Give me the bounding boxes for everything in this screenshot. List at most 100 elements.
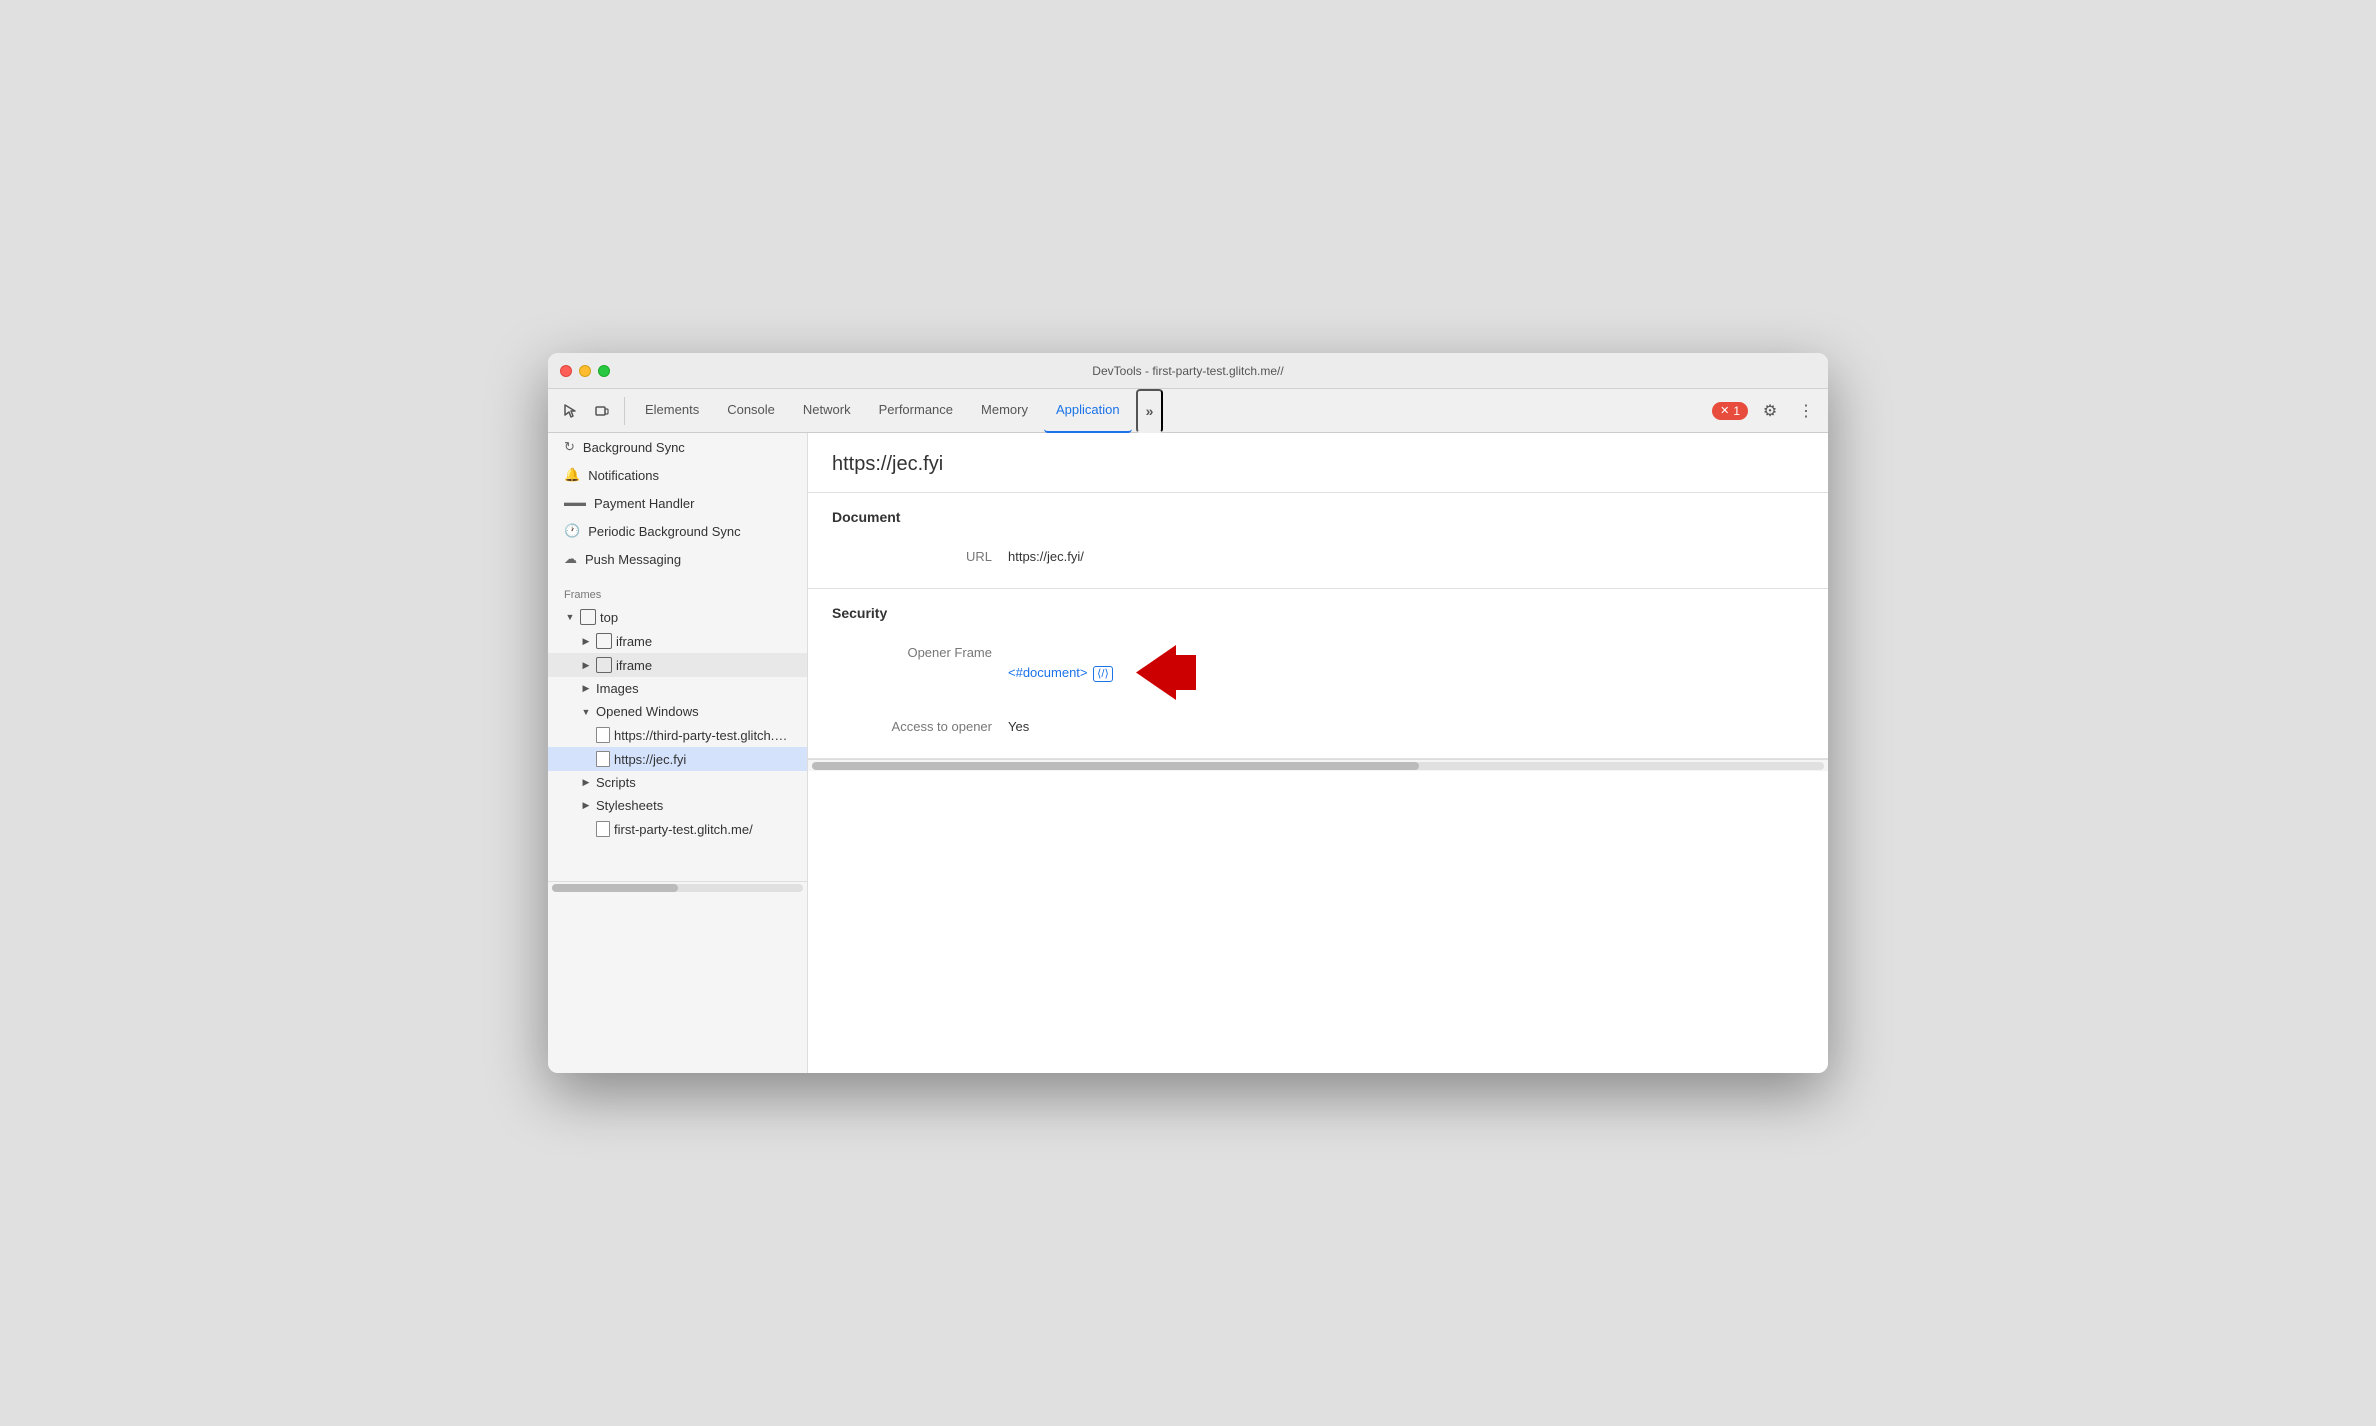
sidebar-item-label: Push Messaging [585, 552, 681, 567]
error-count: 1 [1733, 404, 1740, 418]
sidebar: ↻ Background Sync 🔔 Notifications ▬▬ Pay… [548, 433, 808, 1073]
error-x-icon: ✕ [1720, 404, 1729, 417]
security-section-title: Security [832, 605, 1804, 621]
minimize-button[interactable] [579, 365, 591, 377]
tab-elements[interactable]: Elements [633, 389, 711, 433]
error-badge[interactable]: ✕ 1 [1712, 402, 1748, 420]
sidebar-item-notifications[interactable]: 🔔 Notifications [548, 461, 807, 489]
tree-item-iframe2[interactable]: ▶ iframe [548, 653, 807, 677]
page-icon [596, 821, 610, 837]
panel-scrollbar-container [808, 759, 1828, 771]
more-options-icon[interactable]: ⋮ [1792, 397, 1820, 425]
security-section: Security Opener Frame <#document> ⟨/⟩ [808, 589, 1828, 759]
more-tabs-button[interactable]: » [1136, 389, 1164, 433]
tab-console[interactable]: Console [715, 389, 787, 433]
panel-url-heading: https://jec.fyi [808, 433, 1828, 493]
window-title: DevTools - first-party-test.glitch.me// [1092, 364, 1283, 378]
title-bar: DevTools - first-party-test.glitch.me// [548, 353, 1828, 389]
maximize-button[interactable] [598, 365, 610, 377]
opener-frame-link-text: <#document> [1008, 665, 1088, 680]
sidebar-item-push-messaging[interactable]: ☁ Push Messaging [548, 545, 807, 573]
code-icon: ⟨/⟩ [1093, 666, 1113, 682]
tab-memory[interactable]: Memory [969, 389, 1040, 433]
expand-icon[interactable]: ▶ [580, 777, 592, 789]
sidebar-item-periodic-bg-sync[interactable]: 🕐 Periodic Background Sync [548, 517, 807, 545]
tab-network[interactable]: Network [791, 389, 863, 433]
tab-application[interactable]: Application [1044, 389, 1132, 433]
tree-item-opened-windows[interactable]: ▼ Opened Windows [548, 700, 807, 723]
expand-icon[interactable]: ▶ [580, 683, 592, 695]
expand-icon[interactable]: ▶ [580, 800, 592, 812]
document-section-title: Document [832, 509, 1804, 525]
tree-item-label: Scripts [596, 775, 636, 790]
url-label: URL [832, 549, 992, 564]
expand-icon[interactable]: ▼ [580, 706, 592, 718]
expand-icon[interactable]: ▶ [580, 635, 592, 647]
tab-performance[interactable]: Performance [867, 389, 965, 433]
tree-item-label: iframe [616, 658, 652, 673]
panel-scrollbar-thumb[interactable] [812, 762, 1419, 770]
frame-icon [580, 609, 596, 625]
document-section: Document URL https://jec.fyi/ [808, 493, 1828, 589]
panel-scrollbar-track [812, 762, 1824, 770]
traffic-lights [560, 365, 610, 377]
expand-icon[interactable]: ▼ [564, 611, 576, 623]
frames-section-header: Frames [548, 581, 807, 605]
url-row: URL https://jec.fyi/ [832, 541, 1804, 572]
red-arrow-annotation [1126, 645, 1196, 703]
device-toggle-icon[interactable] [588, 397, 616, 425]
tree-item-label: https://third-party-test.glitch.me/po [614, 728, 794, 743]
devtools-window: DevTools - first-party-test.glitch.me// … [548, 353, 1828, 1073]
tree-item-label: Images [596, 681, 639, 696]
opener-frame-value: <#document> ⟨/⟩ [1008, 645, 1196, 703]
close-button[interactable] [560, 365, 572, 377]
sidebar-item-payment-handler[interactable]: ▬▬ Payment Handler [548, 489, 807, 517]
url-value: https://jec.fyi/ [1008, 549, 1084, 564]
tree-item-label: iframe [616, 634, 652, 649]
access-opener-row: Access to opener Yes [832, 711, 1804, 742]
toolbar: Elements Console Network Performance Mem… [548, 389, 1828, 433]
tree-item-top[interactable]: ▼ top [548, 605, 807, 629]
tree-item-label: top [600, 610, 618, 625]
sidebar-item-label: Notifications [588, 468, 659, 483]
sidebar-item-label: Periodic Background Sync [588, 524, 740, 539]
tree-item-stylesheets[interactable]: ▶ Stylesheets [548, 794, 807, 817]
bell-icon: 🔔 [564, 467, 580, 483]
right-panel: https://jec.fyi Document URL https://jec… [808, 433, 1828, 1073]
page-icon [596, 727, 610, 743]
sidebar-item-background-sync[interactable]: ↻ Background Sync [548, 433, 807, 461]
sync-icon: ↻ [564, 439, 575, 455]
tree-item-label: first-party-test.glitch.me/ [614, 822, 753, 837]
sidebar-scrollbar[interactable] [548, 881, 807, 893]
settings-icon[interactable]: ⚙ [1756, 397, 1784, 425]
opener-frame-link[interactable]: <#document> ⟨/⟩ [1008, 665, 1116, 680]
expand-icon[interactable]: ▶ [580, 659, 592, 671]
tree-item-scripts[interactable]: ▶ Scripts [548, 771, 807, 794]
main-content: ↻ Background Sync 🔔 Notifications ▬▬ Pay… [548, 433, 1828, 1073]
sidebar-item-label: Payment Handler [594, 496, 694, 511]
panel-h-scrollbar[interactable] [808, 759, 1828, 771]
access-opener-label: Access to opener [832, 719, 992, 734]
sidebar-item-label: Background Sync [583, 440, 685, 455]
sidebar-scrollbar-thumb[interactable] [552, 884, 678, 892]
tree-item-iframe1[interactable]: ▶ iframe [548, 629, 807, 653]
clock-icon: 🕐 [564, 523, 580, 539]
payment-icon: ▬▬ [564, 497, 586, 509]
page-icon [596, 751, 610, 767]
frame-icon [596, 633, 612, 649]
tree-item-first-party-file[interactable]: first-party-test.glitch.me/ [548, 817, 807, 841]
cloud-icon: ☁ [564, 551, 577, 567]
tree-item-images[interactable]: ▶ Images [548, 677, 807, 700]
inspect-icon[interactable] [556, 397, 584, 425]
tree-item-label: Opened Windows [596, 704, 699, 719]
tree-item-third-party-url[interactable]: https://third-party-test.glitch.me/po [548, 723, 807, 747]
toolbar-icon-group [556, 397, 625, 425]
tree-item-jec-fyi[interactable]: https://jec.fyi [548, 747, 807, 771]
opener-frame-label: Opener Frame [832, 645, 992, 660]
access-opener-value: Yes [1008, 719, 1029, 734]
tree-item-label: https://jec.fyi [614, 752, 686, 767]
toolbar-right: ✕ 1 ⚙ ⋮ [1712, 397, 1820, 425]
sidebar-scrollbar-track [552, 884, 803, 892]
frame-icon [596, 657, 612, 673]
opener-frame-row: Opener Frame <#document> ⟨/⟩ [832, 637, 1804, 711]
